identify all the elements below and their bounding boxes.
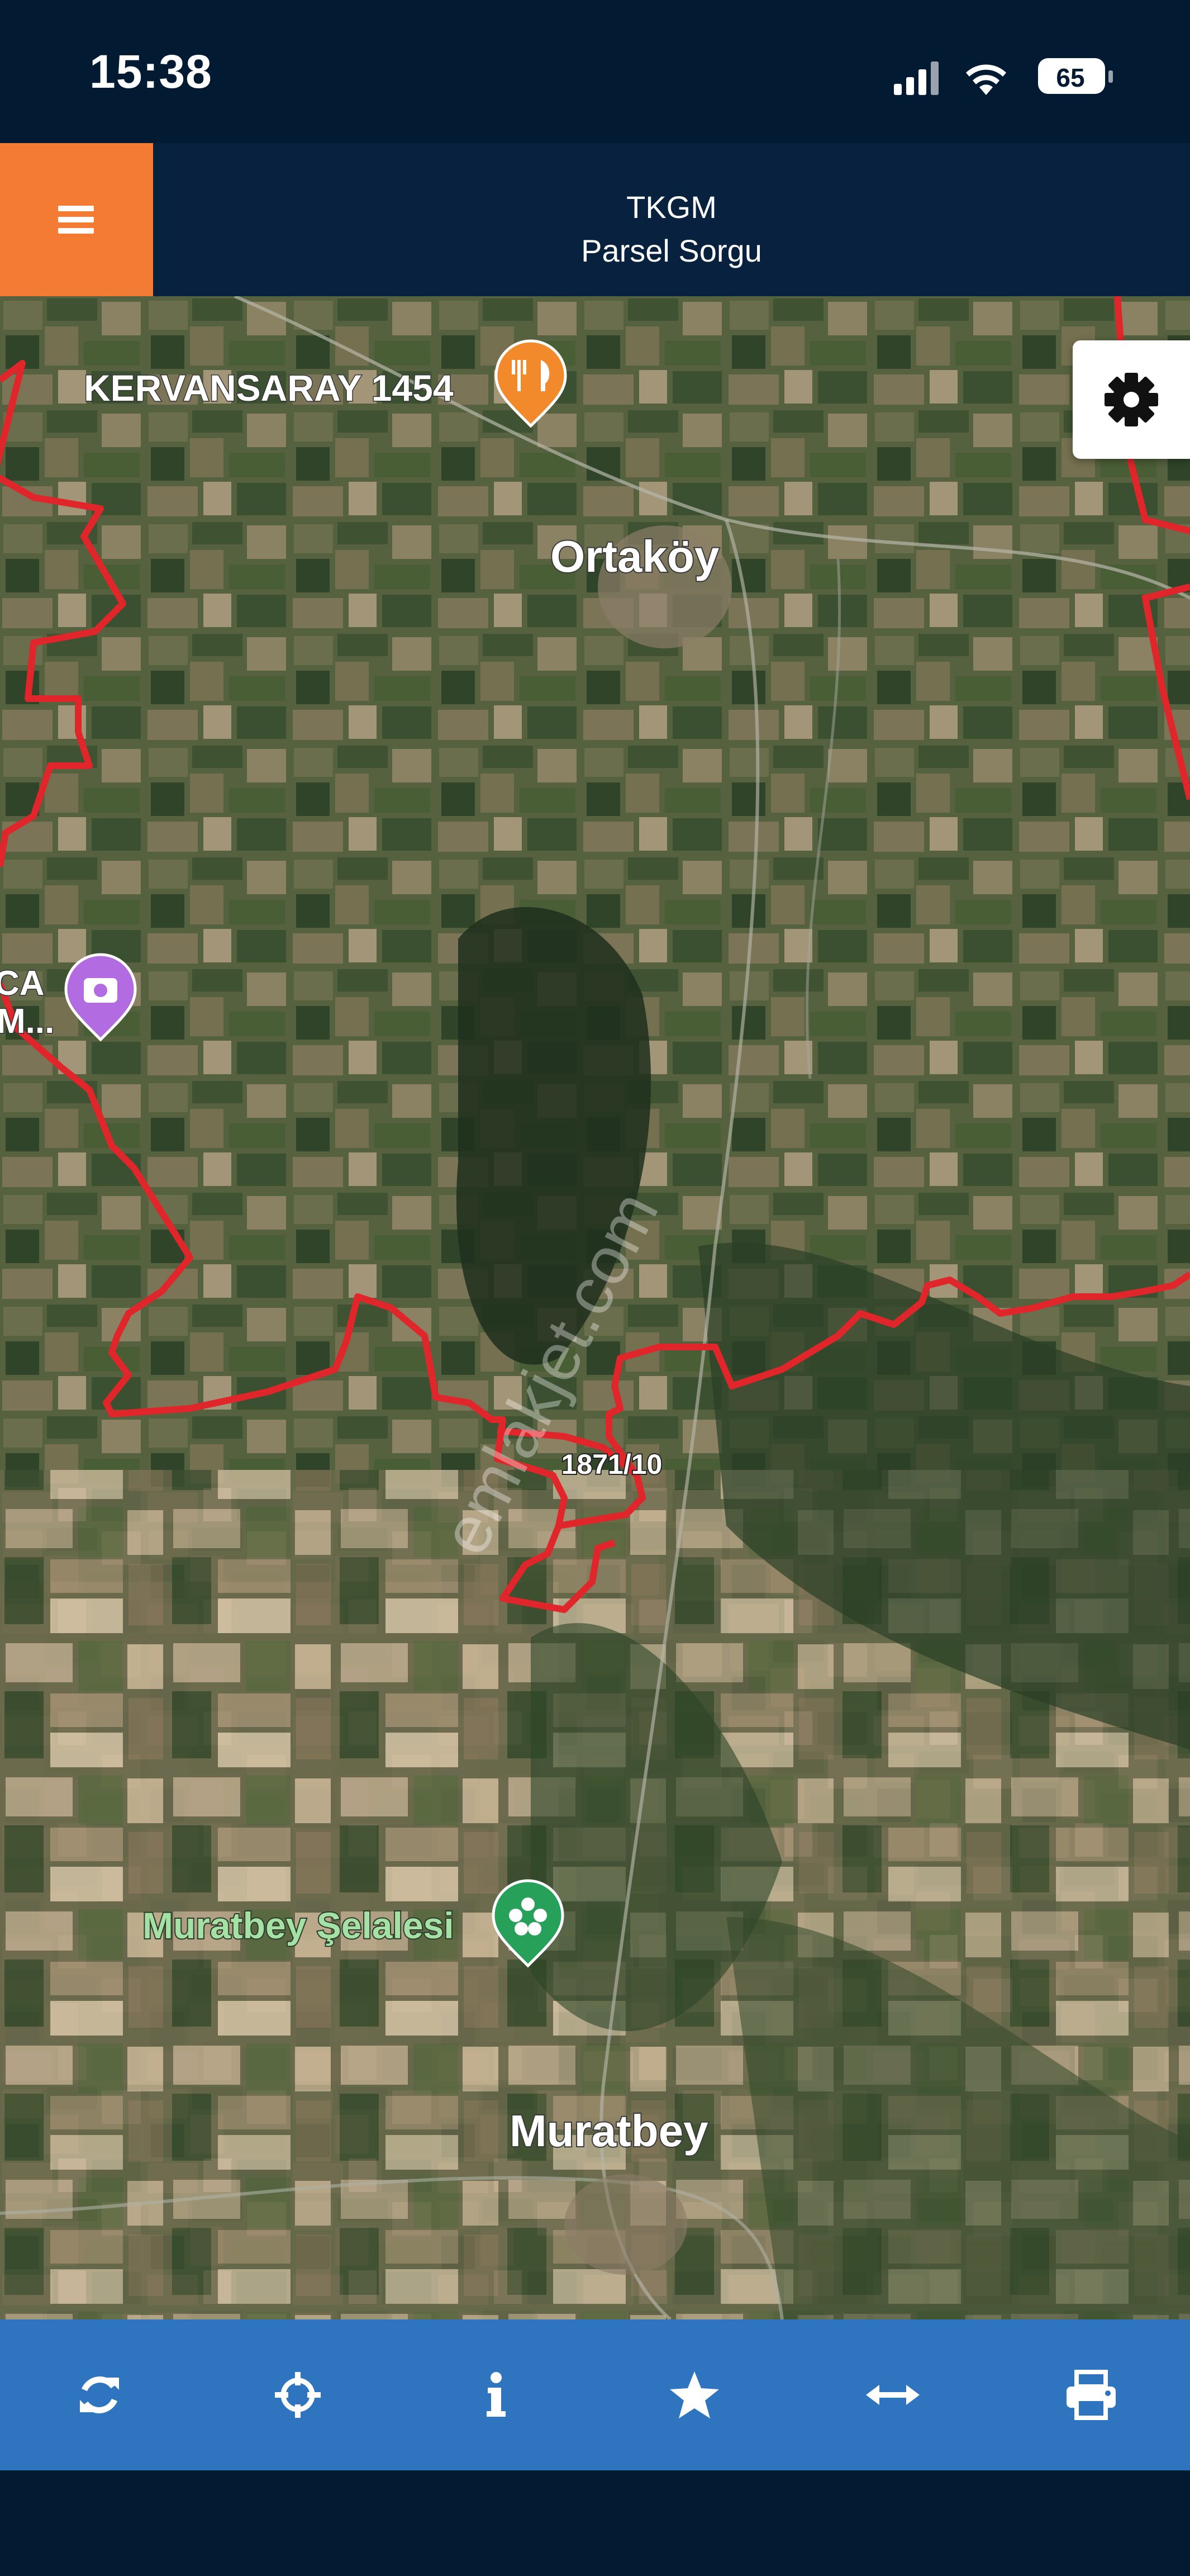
place-label-partial-bottom: M... [0, 1002, 54, 1041]
satellite-map[interactable]: emlakjet.com KERVANSARAY 1454 Ortaköy CA… [0, 296, 1190, 2319]
battery-level: 65 [1056, 63, 1084, 92]
status-icons: 65 [894, 58, 1113, 95]
parcel-label: 1871/10 [561, 1449, 663, 1480]
map-canvas[interactable]: emlakjet.com KERVANSARAY 1454 Ortaköy CA… [0, 296, 1190, 2319]
place-label-muratbey: Muratbey [510, 2106, 708, 2156]
place-label-partial-top: CA [0, 964, 45, 1003]
crosshair-icon [274, 2372, 321, 2418]
bottom-toolbar [0, 2319, 1190, 2470]
status-time: 15:38 [89, 45, 212, 98]
menu-button[interactable] [0, 143, 153, 296]
gear-icon [1105, 373, 1158, 426]
cellular-signal-icon [894, 61, 939, 95]
parcel-1871-10[interactable]: 1871/10 [560, 1448, 664, 1481]
info-button[interactable] [397, 2319, 595, 2470]
place-label-ortakoy: Ortaköy [550, 532, 720, 581]
battery-icon: 65 [1038, 58, 1113, 94]
locate-button[interactable] [198, 2319, 397, 2470]
star-icon [669, 2371, 719, 2418]
place-label-kervansaray: KERVANSARAY 1454 [84, 367, 454, 409]
refresh-button[interactable] [0, 2319, 198, 2470]
favorites-button[interactable] [595, 2319, 793, 2470]
measure-icon [865, 2385, 920, 2405]
measure-button[interactable] [793, 2319, 992, 2470]
print-icon [1066, 2370, 1116, 2420]
info-icon [486, 2372, 506, 2417]
wifi-icon [966, 64, 1006, 95]
app-header: TKGM Parsel Sorgu [0, 143, 1190, 296]
refresh-icon [79, 2376, 119, 2413]
place-label-muratbey-selalesi: Muratbey Şelalesi [142, 1905, 454, 1946]
settings-button[interactable] [1073, 340, 1190, 459]
status-bar: 15:38 65 [0, 0, 1190, 143]
home-indicator-area [0, 2470, 1190, 2576]
app-subtitle: Parsel Sorgu [581, 233, 762, 268]
app-title: TKGM [626, 189, 717, 225]
print-button[interactable] [992, 2319, 1190, 2470]
